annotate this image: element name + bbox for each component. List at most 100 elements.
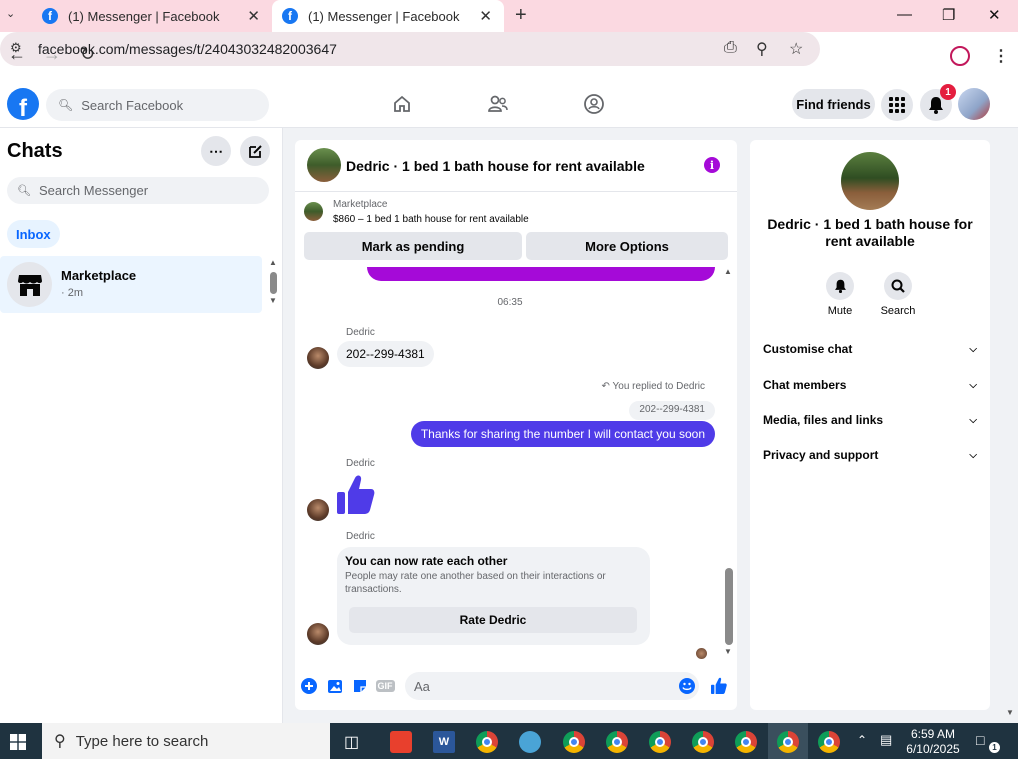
chrome-profile-icon[interactable] [649,731,671,753]
home-icon[interactable] [390,92,414,116]
notification-badge: 1 [940,84,956,100]
incoming-message[interactable]: 202--299-4381 [337,341,434,367]
marketplace-store-icon [7,262,52,307]
chrome-profile-icon[interactable] [818,731,840,753]
outgoing-message[interactable]: Thanks for sharing the number I will con… [410,421,715,447]
listing-avatar[interactable] [841,152,899,210]
emoji-icon[interactable] [679,678,695,694]
friends-icon[interactable] [486,92,510,116]
taskbar-search-placeholder: Type here to search [75,732,209,750]
search-placeholder: Search Messenger [38,183,149,198]
mute-action[interactable]: Mute [810,272,870,317]
marketplace-listing-strip: Marketplace $860 – 1 bed 1 bath house fo… [295,192,737,267]
browser-menu-icon[interactable]: ⋮ [993,46,1009,66]
chat-members-section[interactable]: Chat members ⌵ [763,375,977,395]
search-icon: 🔍︎ [17,185,31,197]
profile-avatar[interactable] [958,88,990,120]
chrome-profile-icon[interactable] [692,731,714,753]
listing-description[interactable]: $860 – 1 bed 1 bath house for rent avail… [333,214,529,225]
sender-avatar[interactable] [307,623,329,645]
sidebar-scrollbar[interactable]: ▲ ▼ [269,258,279,308]
sender-avatar[interactable] [307,499,329,521]
taskbar-search-box[interactable]: ⚲ Type here to search [42,723,330,759]
more-options-icon[interactable]: ⋯ [201,136,231,166]
search-action[interactable]: Search [868,272,928,317]
conversation-info-panel: Dedric · 1 bed 1 bath house for rent ava… [750,140,990,710]
browser-tab-strip: ⌄ f (1) Messenger | Facebook ✕ f (1) Mes… [0,0,1018,32]
facebook-logo-icon[interactable]: f [7,88,39,120]
conversation-title[interactable]: Dedric · 1 bed 1 bath house for rent ava… [346,158,645,174]
restore-window-icon[interactable]: ❐ [942,6,955,24]
message-scrollbar[interactable]: ▲ ▼ [723,267,733,657]
rate-dedric-button[interactable]: Rate Dedric [349,607,637,633]
chat-list-item[interactable]: Marketplace · 2m [0,256,262,313]
chrome-active-app-icon[interactable] [777,731,799,753]
listing-thumbnail[interactable] [304,202,323,221]
mark-as-pending-button[interactable]: Mark as pending [304,232,522,260]
task-view-icon[interactable]: ◫ [344,732,359,752]
install-app-icon[interactable]: ⎙ [724,39,737,57]
scrollbar-thumb[interactable] [725,568,733,645]
chats-title: Chats [7,140,63,162]
new-tab-plus-icon[interactable]: + [515,4,527,27]
browser-tab-2-active[interactable]: f (1) Messenger | Facebook ✕ [272,0,504,32]
url-text[interactable]: facebook.com/messages/t/2404303248200364… [38,41,337,57]
facebook-search-input[interactable]: 🔍︎ Search Facebook [46,89,269,121]
more-options-button[interactable]: More Options [526,232,728,260]
more-actions-plus-icon[interactable] [301,678,317,694]
windows-start-icon[interactable] [10,734,26,750]
chrome-profile-icon[interactable] [735,731,757,753]
bookmark-star-icon[interactable]: ☆ [789,39,803,59]
site-info-icon[interactable]: ⚙ [10,40,28,58]
close-window-icon[interactable]: ✕ [988,6,1001,24]
bell-icon[interactable] [826,272,854,300]
gif-icon[interactable]: GIF [375,678,395,694]
quoted-message[interactable]: 202--299-4381 [629,401,715,420]
address-bar[interactable]: ⚙ facebook.com/messages/t/24043032482003… [0,32,820,66]
close-tab-icon[interactable]: ✕ [479,7,492,25]
sender-avatar[interactable] [307,347,329,369]
inbox-filter-chip[interactable]: Inbox [7,220,60,248]
menu-grid-icon[interactable] [881,89,913,121]
groups-icon[interactable] [582,92,606,116]
facebook-favicon-icon: f [42,8,58,24]
send-thumbs-up-icon[interactable] [711,677,727,694]
attach-image-icon[interactable] [327,678,343,694]
privacy-support-section[interactable]: Privacy and support ⌵ [763,445,977,465]
sticker-icon[interactable] [352,678,368,694]
paint-app-icon[interactable] [519,731,541,753]
chats-sidebar: Chats ⋯ 🔍︎ Search Messenger Inbox Market… [0,128,283,723]
messenger-search-input[interactable]: 🔍︎ Search Messenger [7,177,269,204]
chrome-app-icon[interactable] [476,731,498,753]
find-friends-button[interactable]: Find friends [792,89,875,119]
reply-indicator: ↶ You replied to Dedric [601,381,705,392]
search-icon[interactable] [884,272,912,300]
network-icon[interactable]: ▤ [880,732,892,748]
show-hidden-icons-chevron-icon[interactable]: ⌃ [857,733,867,747]
customise-chat-section[interactable]: Customise chat ⌵ [763,339,977,359]
previous-message-bubble [367,267,715,281]
tab-title: (1) Messenger | Facebook [68,8,220,24]
chevron-down-icon: ⌵ [969,343,977,355]
thumbs-up-sticker-icon[interactable] [337,474,375,519]
conversation-panel: Dedric · 1 bed 1 bath house for rent ava… [295,140,737,710]
marketplace-label: Marketplace [333,199,388,210]
taskbar-clock[interactable]: 6:59 AM 6/10/2025 [903,727,963,757]
conversation-info-icon[interactable]: i [704,157,720,173]
close-tab-icon[interactable]: ✕ [247,7,260,25]
new-message-icon[interactable] [240,136,270,166]
chrome-profile-icon[interactable] [563,731,585,753]
chrome-profile-icon[interactable] [606,731,628,753]
page-scroll-down-arrow-icon[interactable]: ▼ [1006,708,1014,717]
search-placeholder: Search Facebook [81,97,184,113]
minimize-window-icon[interactable]: — [897,6,912,23]
conversation-avatar[interactable] [307,148,341,182]
word-app-icon[interactable]: W [433,731,455,753]
media-files-links-section[interactable]: Media, files and links ⌵ [763,410,977,430]
tab-list-chevron-icon[interactable]: ⌄ [6,7,15,20]
browser-tab-1[interactable]: f (1) Messenger | Facebook ✕ [32,0,272,32]
anydesk-app-icon[interactable] [390,731,412,753]
profile-icon[interactable] [950,46,970,66]
message-input[interactable] [405,672,699,700]
zoom-icon[interactable]: ⚲ [756,39,768,59]
